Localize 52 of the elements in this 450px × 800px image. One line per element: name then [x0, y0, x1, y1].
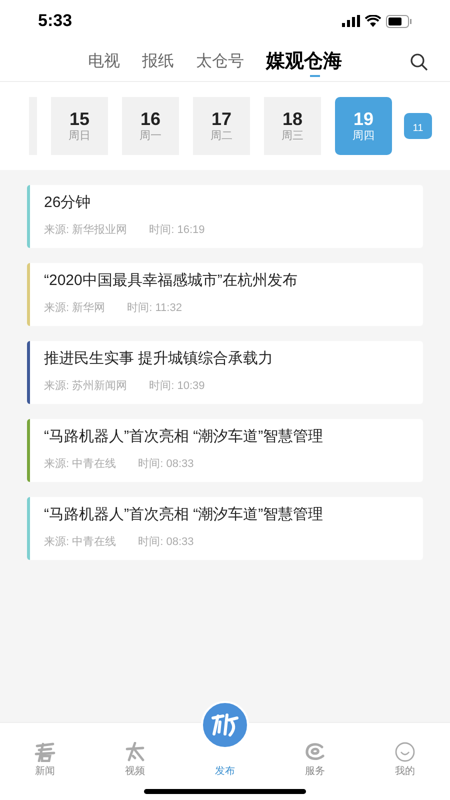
date-card[interactable]: 17 周二: [193, 97, 250, 155]
news-source: 来源: 中青在线: [44, 457, 116, 471]
date-weekday: 周日: [68, 130, 90, 144]
search-icon[interactable]: [410, 52, 428, 70]
news-card[interactable]: “马路机器人”首次亮相 “潮汐车道”智慧管理 来源: 中青在线 时间: 08:33: [27, 419, 423, 482]
news-time: 时间: 08:33: [138, 535, 194, 549]
brush-stroke-icon: [33, 742, 57, 762]
news-title: “马路机器人”首次亮相 “潮汐车道”智慧管理: [44, 505, 324, 525]
channel-tab[interactable]: 太仓号: [196, 48, 244, 76]
news-time: 时间: 08:33: [138, 457, 194, 471]
news-title: “2020中国最具幸福感城市”在杭州发布: [44, 271, 298, 291]
wifi-icon: [365, 15, 381, 27]
news-time: 时间: 11:32: [127, 301, 182, 315]
brush-stroke-icon: [123, 742, 147, 762]
channel-tab[interactable]: 电视: [88, 48, 120, 76]
news-title: 26分钟: [44, 193, 92, 213]
battery-icon: [386, 14, 412, 28]
news-source: 来源: 苏州新闻网: [44, 379, 128, 393]
nav-item[interactable]: 服务: [270, 723, 360, 779]
date-weekday: 周二: [210, 130, 232, 144]
news-time: 时间: 10:39: [149, 379, 205, 393]
news-source: 来源: 新华网: [44, 301, 106, 315]
date-day: 15: [69, 108, 90, 130]
channel-tab[interactable]: 报纸: [142, 48, 174, 76]
news-time: 时间: 16:19: [149, 223, 205, 237]
date-weekday: 周一: [140, 130, 162, 144]
date-card[interactable]: 15 周日: [51, 97, 108, 155]
swirl-icon: [303, 742, 327, 762]
date-day: 17: [211, 108, 232, 130]
nav-item[interactable]: 新闻: [0, 723, 90, 779]
news-source: 来源: 新华报业网: [44, 223, 128, 237]
nav-item[interactable]: 视频: [90, 723, 180, 779]
date-card[interactable]: 16 周一: [122, 97, 179, 155]
news-card[interactable]: “马路机器人”首次亮相 “潮汐车道”智慧管理 来源: 中青在线 时间: 08:33: [27, 497, 423, 560]
news-card[interactable]: “2020中国最具幸福感城市”在杭州发布 来源: 新华网 时间: 11:32: [27, 263, 423, 326]
date-weekday: 周三: [282, 130, 304, 144]
news-title: 推进民生实事 提升城镇综合承载力: [44, 349, 274, 369]
nav-item[interactable]: 发布: [180, 723, 270, 779]
date-day: 16: [140, 108, 161, 130]
channel-tab[interactable]: 媒观仓海: [266, 46, 342, 77]
status-time: 5:33: [38, 10, 72, 32]
date-day: 19: [353, 108, 374, 130]
news-card[interactable]: 26分钟 来源: 新华报业网 时间: 16:19: [27, 185, 423, 248]
news-title: “马路机器人”首次亮相 “潮汐车道”智慧管理: [44, 427, 324, 447]
smiley-icon: [394, 742, 416, 762]
signal-icon: [342, 15, 360, 27]
date-day: 18: [282, 108, 303, 130]
nav-item[interactable]: 我的: [360, 723, 450, 779]
news-source: 来源: 中青在线: [44, 535, 116, 549]
date-weekday: 周四: [352, 130, 374, 144]
news-card[interactable]: 推进民生实事 提升城镇综合承载力 来源: 苏州新闻网 时间: 10:39: [27, 341, 423, 404]
date-card[interactable]: 18 周三: [264, 97, 321, 155]
